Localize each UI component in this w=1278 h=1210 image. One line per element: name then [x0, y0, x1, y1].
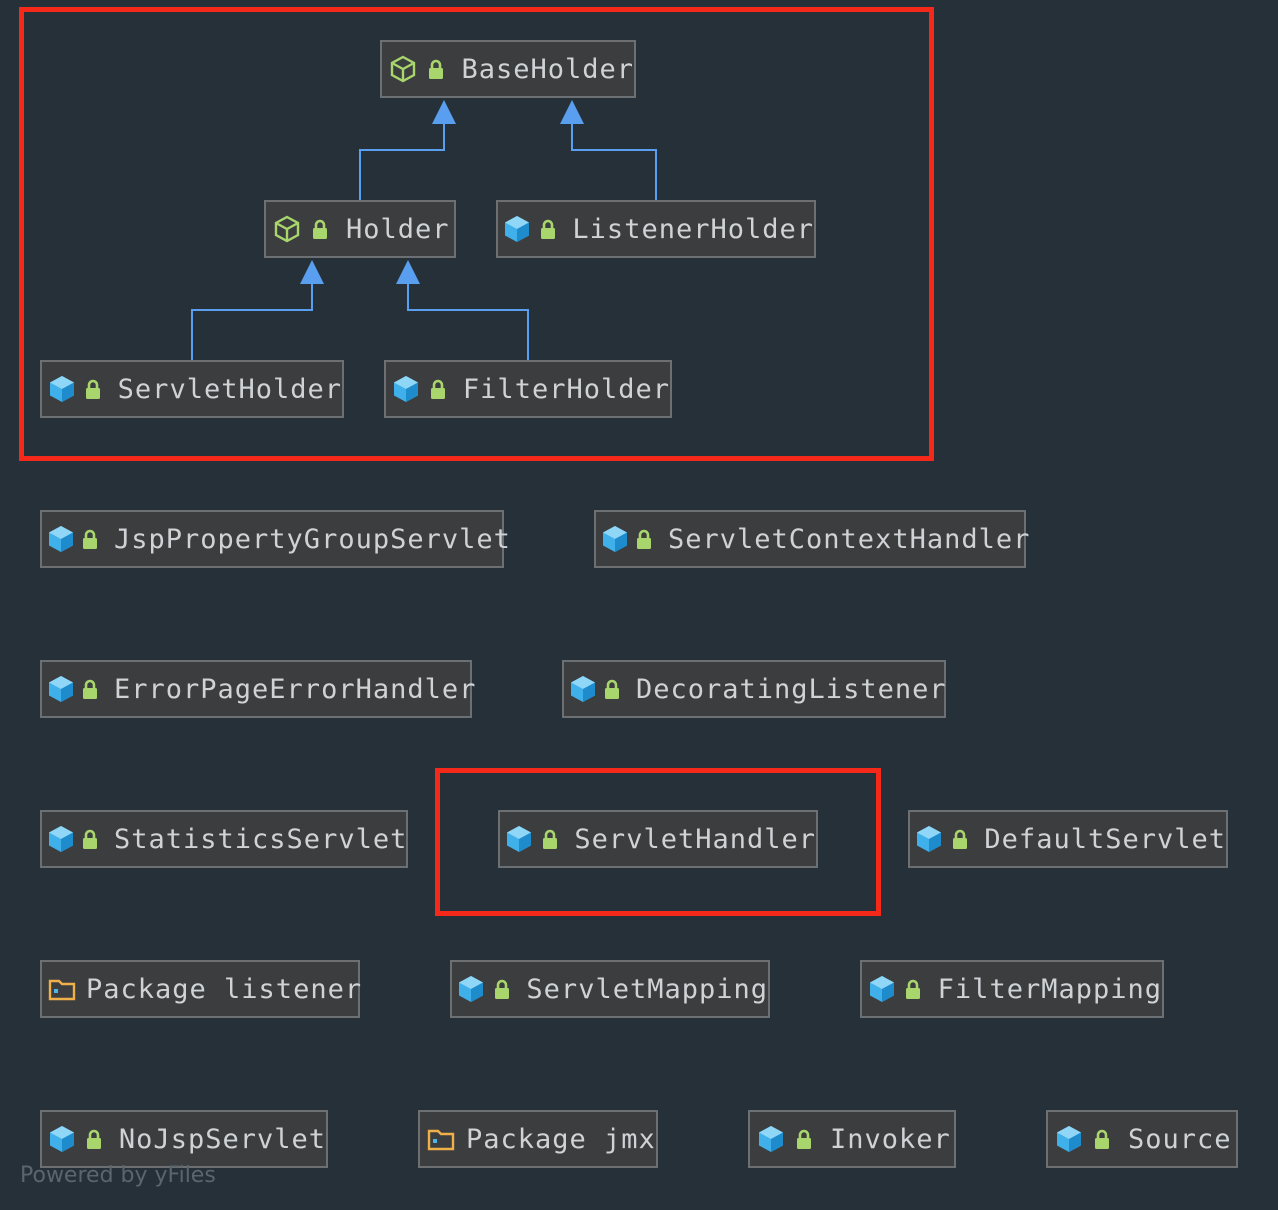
node-label: ServletHandler [574, 823, 816, 855]
node-label: DefaultServlet [984, 823, 1226, 855]
node-label: Package listener [86, 973, 363, 1005]
node-label: ServletHolder [117, 373, 342, 405]
node-label: JspPropertyGroupServlet [114, 523, 511, 555]
node-filter-mapping[interactable]: FilterMapping [860, 960, 1164, 1018]
class-icon [48, 824, 74, 854]
class-icon [506, 824, 533, 854]
node-error-page-error-handler[interactable]: ErrorPageErrorHandler [40, 660, 475, 718]
node-servlet-context-handler[interactable]: ServletContextHandler [594, 510, 1029, 568]
lock-icon [541, 826, 559, 852]
lock-icon [82, 526, 98, 552]
lock-icon [83, 376, 101, 402]
lock-icon [84, 1126, 103, 1152]
node-jsp-property-group-servlet[interactable]: JspPropertyGroupServlet [40, 510, 510, 568]
node-label: DecoratingListener [636, 673, 947, 705]
node-label: FilterHolder [462, 373, 670, 405]
node-listener-holder[interactable]: ListenerHolder [496, 200, 816, 258]
class-icon [602, 524, 628, 554]
lock-icon [310, 216, 330, 242]
node-holder[interactable]: Holder [264, 200, 456, 258]
class-icon [48, 524, 74, 554]
node-label: Holder [346, 213, 450, 245]
lock-icon [428, 376, 447, 402]
class-icon [504, 214, 531, 244]
node-label: NoJspServlet [118, 1123, 326, 1155]
node-default-servlet[interactable]: DefaultServlet [908, 810, 1228, 868]
lock-icon [903, 976, 921, 1002]
node-invoker[interactable]: Invoker [748, 1110, 956, 1168]
node-label: BaseHolder [461, 53, 634, 85]
node-label: ServletContextHandler [668, 523, 1031, 555]
package-icon [426, 1124, 456, 1154]
powered-by-footer: Powered by yFiles [20, 1163, 216, 1188]
lock-icon [539, 216, 557, 242]
node-package-listener[interactable]: Package listener [40, 960, 363, 1018]
class-icon [458, 974, 485, 1004]
lock-icon [82, 676, 98, 702]
node-decorating-listener[interactable]: DecoratingListener [562, 660, 946, 718]
diagram-canvas: BaseHolder Holder ListenerHolder ServletHol… [0, 0, 1278, 1210]
lock-icon [1092, 1126, 1112, 1152]
node-filter-holder[interactable]: FilterHolder [384, 360, 672, 418]
class-icon [756, 1124, 786, 1154]
class-icon [48, 1124, 76, 1154]
node-servlet-handler[interactable]: ServletHandler [498, 810, 818, 868]
class-icon [1054, 1124, 1084, 1154]
node-no-jsp-servlet[interactable]: NoJspServlet [40, 1110, 328, 1168]
lock-icon [951, 826, 969, 852]
abstract-class-icon [388, 54, 418, 84]
node-label: Package jmx [466, 1123, 656, 1155]
node-label: ErrorPageErrorHandler [114, 673, 477, 705]
lock-icon [493, 976, 511, 1002]
lock-icon [82, 826, 98, 852]
class-icon [868, 974, 895, 1004]
node-label: StatisticsServlet [114, 823, 408, 855]
lock-icon [604, 676, 620, 702]
node-label: FilterMapping [937, 973, 1162, 1005]
node-label: Source [1128, 1123, 1232, 1155]
node-servlet-holder[interactable]: ServletHolder [40, 360, 344, 418]
node-base-holder[interactable]: BaseHolder [380, 40, 636, 98]
node-label: Invoker [830, 1123, 951, 1155]
lock-icon [794, 1126, 814, 1152]
class-icon [392, 374, 420, 404]
lock-icon [636, 526, 652, 552]
package-icon [48, 974, 76, 1004]
node-source[interactable]: Source [1046, 1110, 1238, 1168]
class-icon [916, 824, 943, 854]
class-icon [48, 374, 75, 404]
class-icon [48, 674, 74, 704]
class-icon [570, 674, 596, 704]
node-servlet-mapping[interactable]: ServletMapping [450, 960, 770, 1018]
node-label: ListenerHolder [572, 213, 814, 245]
node-package-jmx[interactable]: Package jmx [418, 1110, 658, 1168]
lock-icon [426, 56, 446, 82]
node-statistics-servlet[interactable]: StatisticsServlet [40, 810, 408, 868]
node-label: ServletMapping [526, 973, 768, 1005]
abstract-class-icon [272, 214, 302, 244]
